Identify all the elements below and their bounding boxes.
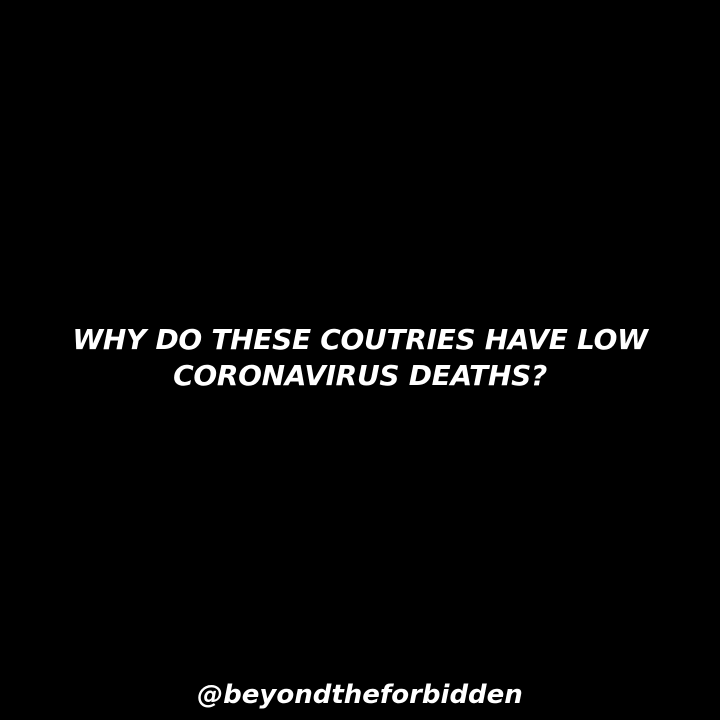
post-canvas: WHY DO THESE COUTRIES HAVE LOW CORONAVIR…	[0, 0, 720, 720]
headline: WHY DO THESE COUTRIES HAVE LOW CORONAVIR…	[0, 322, 720, 394]
headline-line-1: WHY DO THESE COUTRIES HAVE LOW	[72, 323, 648, 356]
headline-line-2: CORONAVIRUS DEATHS?	[173, 359, 547, 392]
account-handle: @beyondtheforbidden	[197, 680, 523, 710]
